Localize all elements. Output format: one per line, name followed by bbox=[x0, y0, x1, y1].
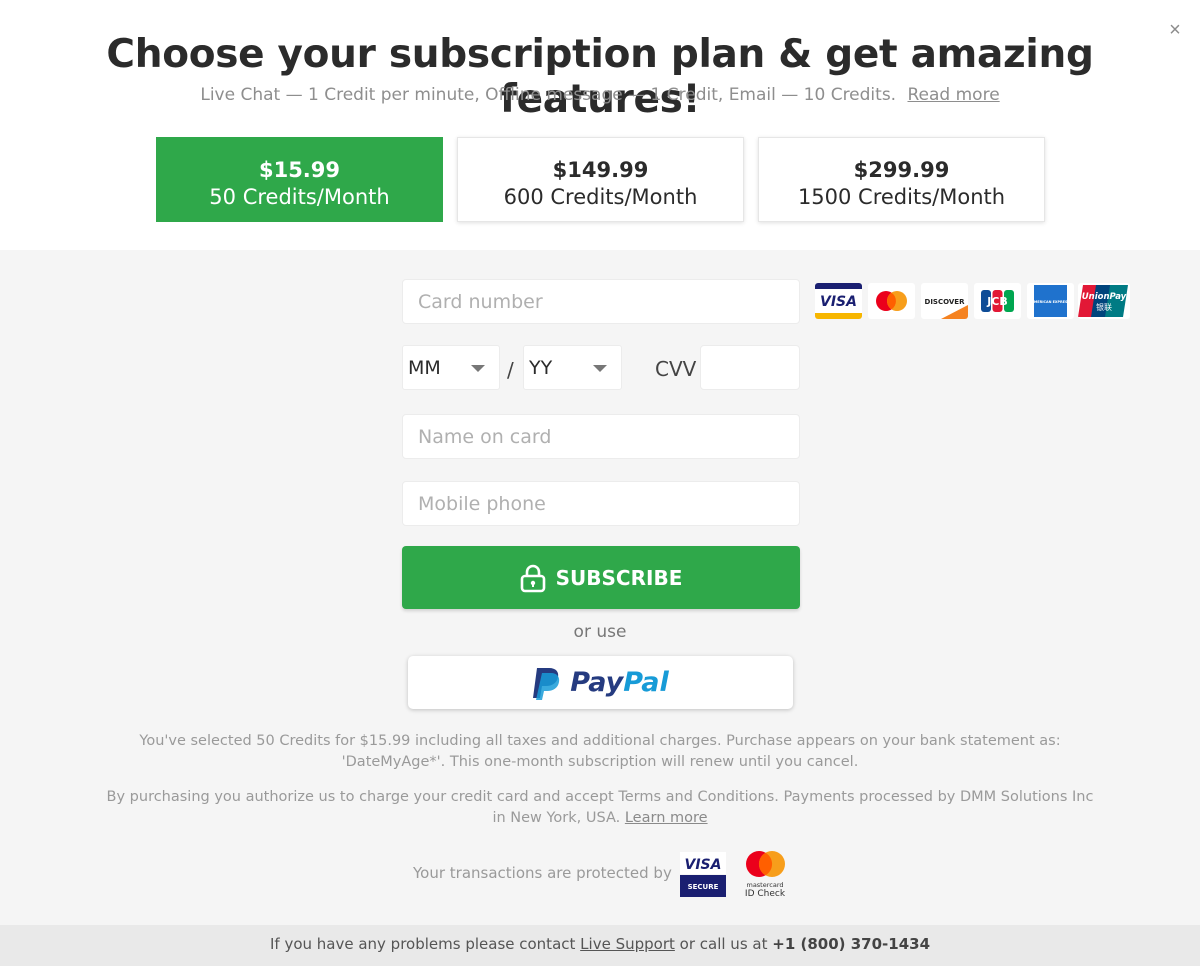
discover-card-icon: DISCOVER bbox=[921, 283, 968, 319]
plan-option-3[interactable]: $299.99 1500 Credits/Month bbox=[758, 137, 1045, 222]
expiry-month-value: MM bbox=[408, 356, 441, 379]
expiry-year-value: YY bbox=[529, 356, 553, 379]
unionpay-card-icon: UnionPay 银联 bbox=[1078, 283, 1130, 319]
mastercard-id-check-badge: mastercard ID Check bbox=[741, 850, 791, 899]
date-separator: / bbox=[507, 358, 514, 382]
plan-credits: 1500 Credits/Month bbox=[797, 185, 1006, 209]
name-on-card-input[interactable]: Name on card bbox=[402, 414, 800, 459]
mobile-phone-input[interactable]: Mobile phone bbox=[402, 481, 800, 526]
paypal-wordmark-pay: Pay bbox=[570, 667, 624, 698]
plan-option-2[interactable]: $149.99 600 Credits/Month bbox=[457, 137, 744, 222]
plan-credits: 50 Credits/Month bbox=[209, 185, 390, 209]
pricing-subtitle: Live Chat — 1 Credit per minute, Offline… bbox=[0, 85, 1200, 105]
selection-summary-line: You've selected 50 Credits for $15.99 in… bbox=[139, 733, 1061, 749]
subscribe-button[interactable]: SUBSCRIBE bbox=[402, 546, 800, 609]
svg-text:DISCOVER: DISCOVER bbox=[925, 298, 966, 306]
authorization-line: By purchasing you authorize us to charge… bbox=[106, 789, 1094, 805]
selection-summary-line: 'DateMyAge*'. This one-month subscriptio… bbox=[341, 754, 859, 770]
support-phone-number: +1 (800) 370-1434 bbox=[772, 935, 931, 953]
plan-credits: 600 Credits/Month bbox=[503, 185, 698, 209]
expiry-year-select[interactable]: YY bbox=[523, 345, 622, 390]
chevron-down-icon bbox=[471, 365, 485, 372]
selection-summary: You've selected 50 Credits for $15.99 in… bbox=[0, 731, 1200, 773]
support-footer: If you have any problems please contact … bbox=[0, 925, 1200, 966]
svg-text:ID Check: ID Check bbox=[745, 889, 786, 898]
paypal-wordmark: PayPal bbox=[570, 667, 669, 698]
svg-text:VISA: VISA bbox=[820, 294, 857, 310]
visa-secure-badge: VISA SECURE bbox=[680, 852, 726, 897]
footer-text: If you have any problems please contact bbox=[269, 935, 576, 953]
svg-text:AMERICAN EXPRESS: AMERICAN EXPRESS bbox=[1031, 300, 1070, 304]
card-number-input[interactable]: Card number bbox=[402, 279, 800, 324]
amex-card-icon: AMERICAN EXPRESS bbox=[1027, 283, 1074, 319]
svg-text:银联: 银联 bbox=[1096, 302, 1112, 312]
svg-text:VISA: VISA bbox=[685, 857, 722, 873]
authorization-line: in New York, USA. Learn more bbox=[0, 808, 1200, 829]
authorization-notice: By purchasing you authorize us to charge… bbox=[0, 787, 1200, 829]
svg-text:UnionPay: UnionPay bbox=[1082, 292, 1127, 302]
lock-icon bbox=[520, 564, 545, 592]
svg-text:SECURE: SECURE bbox=[688, 883, 719, 891]
paypal-wordmark-pal: Pal bbox=[623, 667, 669, 698]
cvv-input[interactable] bbox=[700, 345, 800, 390]
page-title: Choose your subscription plan & get amaz… bbox=[106, 32, 1094, 122]
plan-price: $15.99 bbox=[258, 158, 341, 182]
pricing-subtitle-text: Live Chat — 1 Credit per minute, Offline… bbox=[200, 85, 897, 105]
protected-by-text: Your transactions are protected by bbox=[413, 864, 672, 882]
subscribe-label: SUBSCRIBE bbox=[555, 565, 683, 590]
footer-text: or call us at bbox=[679, 935, 768, 953]
paypal-button[interactable]: PayPal bbox=[408, 656, 793, 709]
authorization-line-text: in New York, USA. bbox=[492, 810, 621, 826]
mastercard-icon bbox=[868, 283, 915, 319]
read-more-link[interactable]: Read more bbox=[908, 85, 1000, 105]
plan-price: $299.99 bbox=[853, 158, 950, 182]
learn-more-link[interactable]: Learn more bbox=[625, 810, 708, 826]
svg-text:JCB: JCB bbox=[986, 295, 1008, 308]
cvv-label: CVV bbox=[655, 357, 697, 381]
chevron-down-icon bbox=[593, 365, 607, 372]
jcb-card-icon: JCB bbox=[974, 283, 1021, 319]
plan-header: Choose your subscription plan & get amaz… bbox=[0, 0, 1200, 250]
svg-text:mastercard: mastercard bbox=[746, 881, 783, 889]
paypal-icon bbox=[533, 667, 560, 700]
visa-card-icon: VISA bbox=[815, 283, 862, 319]
plan-option-1[interactable]: $15.99 50 Credits/Month bbox=[156, 137, 443, 222]
or-use-text: or use bbox=[573, 622, 627, 642]
plan-price: $149.99 bbox=[552, 158, 649, 182]
close-icon[interactable]: × bbox=[1166, 20, 1184, 40]
expiry-month-select[interactable]: MM bbox=[402, 345, 500, 390]
live-support-link[interactable]: Live Support bbox=[580, 935, 675, 953]
